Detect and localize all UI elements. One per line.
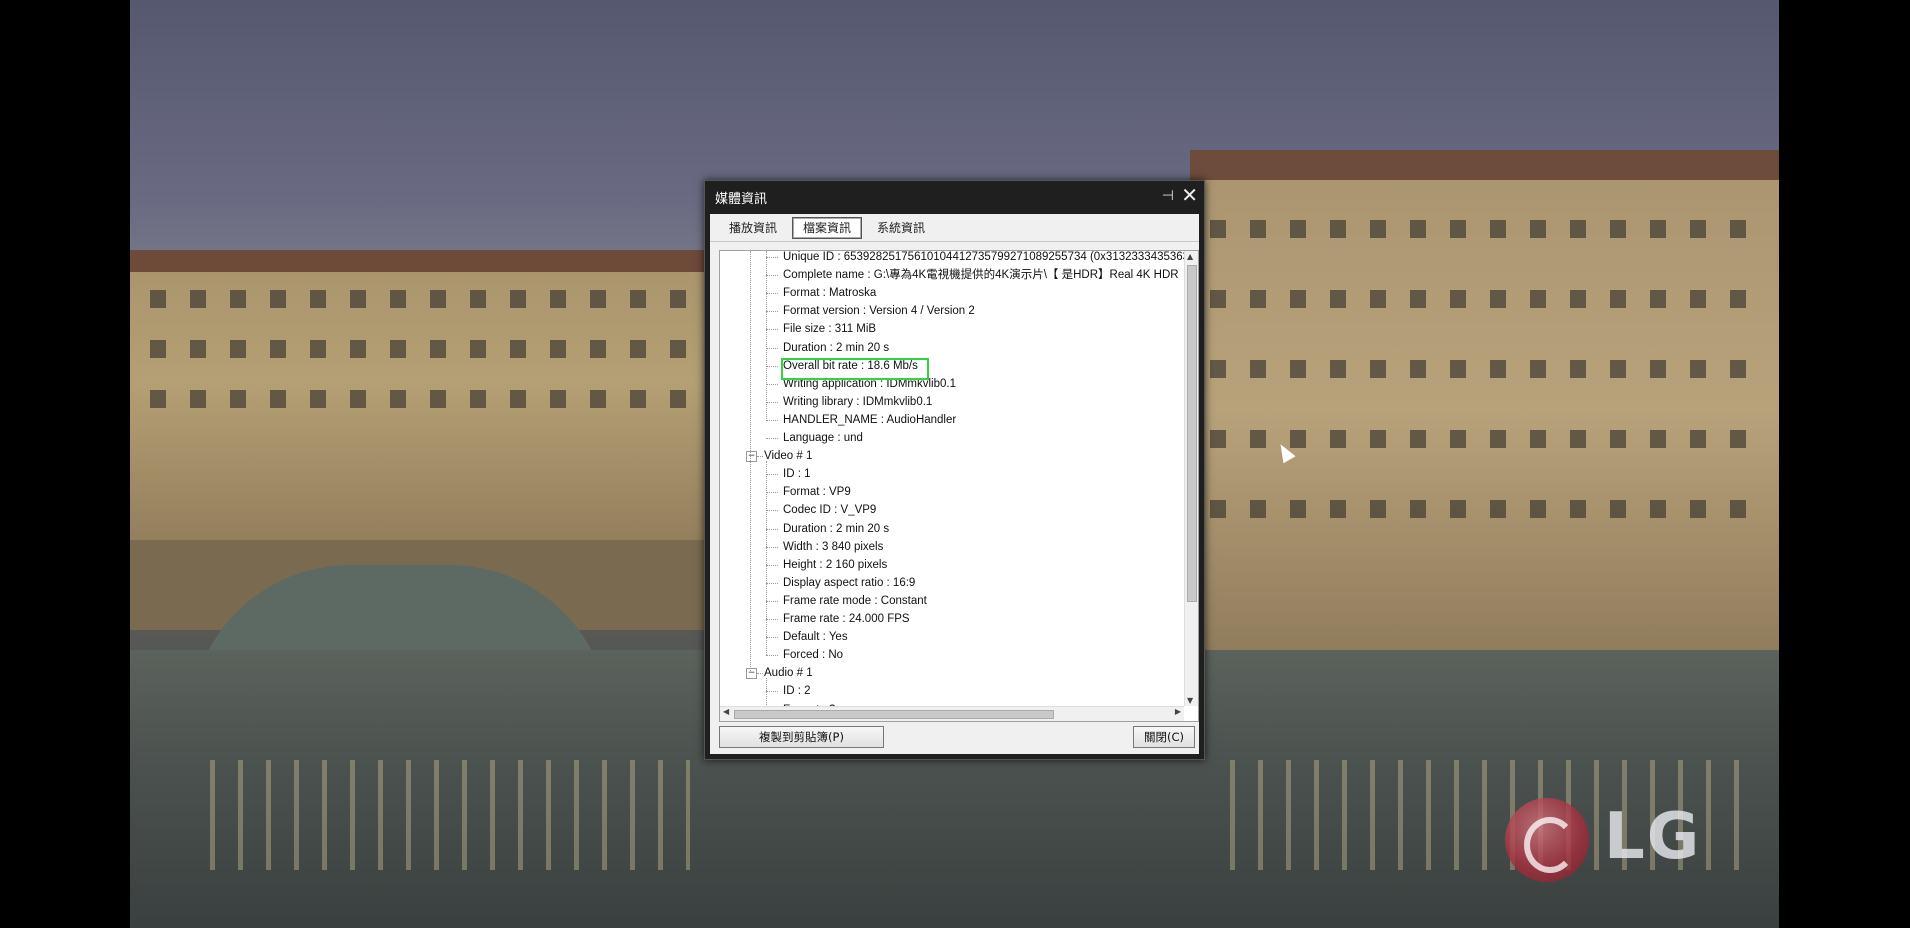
tree-collapse-toggle[interactable]: −: [746, 668, 757, 680]
tree-leaf-node[interactable]: Complete name : G:\專為4K電視機提供的4K演示片\【 是HD…: [783, 266, 1179, 284]
window-row: [1210, 500, 1760, 518]
tree-leaf-node[interactable]: File size : 311 MiB: [783, 320, 876, 338]
window-row: [1210, 290, 1760, 308]
close-icon[interactable]: ✕: [1181, 184, 1198, 206]
vertical-scroll-thumb[interactable]: [1187, 265, 1197, 602]
tree-connector: [766, 546, 778, 548]
tree-connector: [766, 311, 778, 313]
tree-guide: [766, 461, 767, 656]
lg-logo-face-icon: [1524, 817, 1576, 873]
tab-file-info[interactable]: 檔案資訊: [792, 217, 863, 239]
left-roofs: [130, 250, 710, 272]
tree-leaf-node[interactable]: Height : 2 160 pixels: [783, 556, 887, 574]
tree-guide: [766, 251, 767, 421]
tree-connector: [766, 329, 778, 331]
tree-leaf-node[interactable]: Forced : No: [783, 646, 843, 664]
tree-leaf-node[interactable]: Frame rate : 24.000 FPS: [783, 610, 910, 628]
tree-group-node[interactable]: Audio # 1: [764, 664, 813, 682]
tree-leaf-node[interactable]: Default : Yes: [783, 628, 848, 646]
tree-connector: [757, 456, 763, 458]
tree-connector: [757, 673, 763, 675]
scroll-right-icon[interactable]: ▶: [1175, 707, 1181, 716]
media-info-tree[interactable]: Unique ID : 6539282517561010441273579927…: [719, 250, 1199, 722]
close-button[interactable]: 關閉(C): [1133, 726, 1195, 748]
tree-connector: [766, 637, 778, 639]
tree-collapse-toggle[interactable]: −: [746, 451, 757, 463]
tree-leaf-node[interactable]: Duration : 2 min 20 s: [783, 339, 889, 357]
tree-connector: [766, 691, 778, 693]
water-reflection: [210, 760, 690, 870]
dialog-body: 播放資訊 檔案資訊 系統資訊 Unique ID : 6539282517561…: [710, 214, 1199, 754]
tab-divider: [710, 241, 1199, 242]
tab-bar: 播放資訊 檔案資訊 系統資訊: [710, 217, 940, 239]
pin-icon[interactable]: ⊣: [1162, 188, 1174, 204]
window-row: [150, 390, 690, 408]
tree-connector: [766, 619, 778, 620]
tree-connector: [766, 492, 778, 494]
window-row: [1210, 430, 1760, 448]
tree-connector: [766, 582, 778, 584]
tab-playback-info[interactable]: 播放資訊: [718, 217, 788, 239]
tree-leaf-node[interactable]: Unique ID : 6539282517561010441273579927…: [783, 251, 1198, 266]
tree-connector: [766, 347, 778, 349]
right-roofs: [1190, 150, 1779, 180]
tree-connector: [766, 564, 778, 566]
tree-guide: [750, 251, 751, 674]
tree-connector: [766, 383, 778, 385]
vertical-scrollbar[interactable]: ▲ ▼: [1184, 251, 1198, 706]
tree-connector: [766, 293, 778, 295]
tree-group-node[interactable]: Video # 1: [764, 447, 812, 465]
dialog-title: 媒體資訊: [715, 191, 768, 207]
tree-connector: [766, 600, 778, 602]
tab-system-info[interactable]: 系統資訊: [866, 217, 936, 239]
lg-wordmark: LG: [1604, 800, 1702, 874]
window-row: [1210, 220, 1760, 238]
tree-leaf-node[interactable]: Display aspect ratio : 16:9: [783, 574, 915, 592]
tree-guide: [766, 678, 767, 710]
titlebar[interactable]: 媒體資訊 ⊣ ✕: [705, 181, 1204, 213]
tree-leaf-node[interactable]: Language : und: [783, 429, 863, 447]
tree-connector: [766, 438, 778, 439]
tree-leaf-node[interactable]: HANDLER_NAME : AudioHandler: [783, 411, 956, 429]
horizontal-scrollbar[interactable]: ◀ ▶: [720, 706, 1184, 721]
tree-leaf-node[interactable]: Frame rate mode : Constant: [783, 592, 927, 610]
tree-leaf-node[interactable]: Format : Matroska: [783, 284, 876, 302]
tree-leaf-node[interactable]: Duration : 2 min 20 s: [783, 520, 889, 538]
tree-connector: [766, 474, 778, 476]
scroll-left-icon[interactable]: ◀: [723, 707, 729, 716]
tree-connector: [766, 528, 778, 530]
scroll-down-icon[interactable]: ▼: [1187, 696, 1193, 705]
window-row: [1210, 360, 1760, 378]
tree-connector: [766, 510, 778, 512]
tree-leaf-node[interactable]: Codec ID : V_VP9: [783, 501, 876, 519]
tree-leaf-node[interactable]: ID : 1: [783, 465, 810, 483]
tree-connector: [766, 401, 778, 403]
tree-connector: [766, 365, 778, 367]
tree-connector: [766, 275, 778, 277]
highlight-box: [781, 358, 929, 380]
tree-leaf-node[interactable]: Writing library : IDMmkvlib0.1: [783, 393, 932, 411]
tree-leaf-node[interactable]: Format : VP9: [783, 483, 851, 501]
window-row: [150, 340, 690, 358]
copy-to-clipboard-button[interactable]: 複製到剪貼簿(P): [719, 726, 884, 748]
tree-leaf-node[interactable]: ID : 2: [783, 682, 810, 700]
tree-connector: [766, 419, 778, 421]
tree-connector: [766, 257, 778, 258]
tree-connector: [766, 655, 778, 657]
horizontal-scroll-thumb[interactable]: [734, 710, 1054, 719]
tree-leaf-node[interactable]: Width : 3 840 pixels: [783, 538, 883, 556]
window-row: [150, 290, 690, 308]
media-info-dialog: 媒體資訊 ⊣ ✕ 播放資訊 檔案資訊 系統資訊 Unique ID : 6539…: [704, 180, 1205, 760]
scroll-up-icon[interactable]: ▲: [1187, 252, 1193, 261]
tree-leaf-node[interactable]: Format version : Version 4 / Version 2: [783, 302, 975, 320]
